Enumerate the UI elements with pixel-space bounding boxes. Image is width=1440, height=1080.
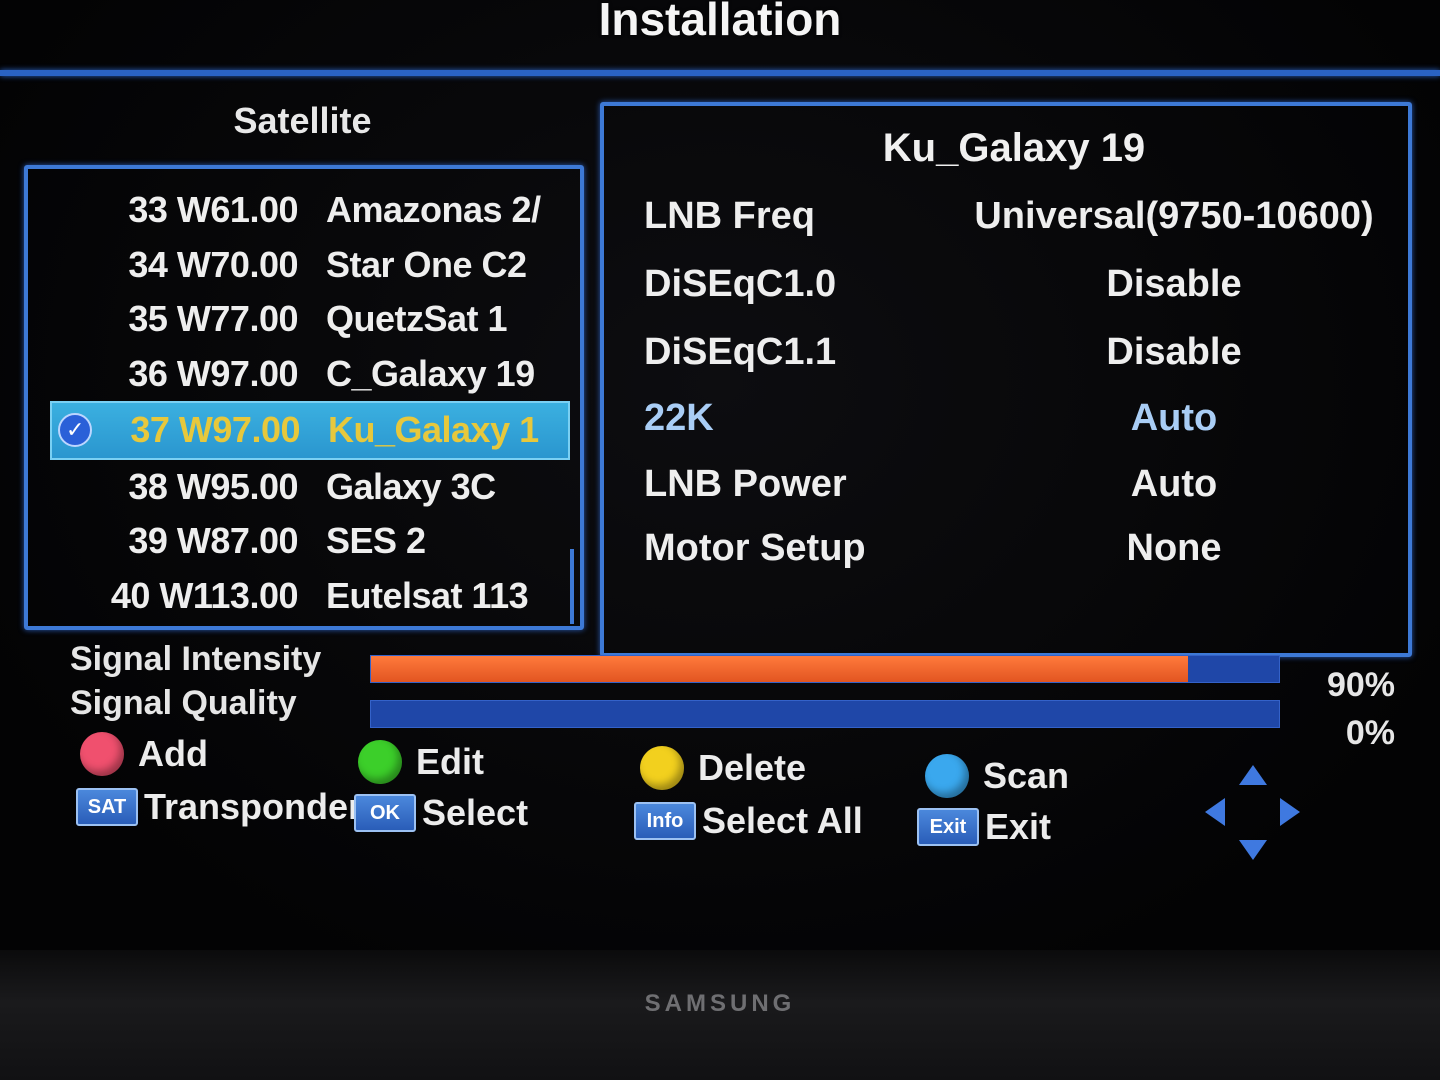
satellite-position: 34 W70.00 — [128, 243, 298, 285]
satellite-row-selected[interactable]: ✓ 37 W97.00 Ku_Galaxy 1 — [50, 401, 570, 460]
satellite-row[interactable]: 33 W61.00 Amazonas 2/ — [28, 183, 580, 238]
satellite-heading: Satellite — [233, 100, 372, 141]
tv-brand-logo: SAMSUNG — [644, 990, 796, 1017]
transponder-key[interactable]: SAT Transponder — [76, 786, 362, 828]
scan-key[interactable]: Scan — [925, 754, 1069, 798]
select-all-key[interactable]: Info Select All — [634, 800, 863, 842]
satellite-position: 39 W87.00 — [128, 520, 298, 562]
param-value: None — [1126, 526, 1222, 569]
select-label: Select — [422, 792, 529, 833]
param-22k[interactable]: 22K Auto — [644, 388, 1404, 448]
param-value: Auto — [1130, 396, 1218, 439]
param-value: Disable — [1106, 330, 1242, 373]
arrow-right-icon — [1280, 798, 1300, 826]
satellite-name: Galaxy 3C — [326, 465, 496, 507]
satellite-row[interactable]: 36 W97.00 C_Galaxy 19 — [28, 347, 580, 402]
param-diseqc11[interactable]: DiSEqC1.1 Disable — [644, 322, 1404, 382]
param-lnb-power[interactable]: LNB Power Auto — [644, 454, 1404, 514]
satellite-row[interactable]: 39 W87.00 SES 2 — [28, 514, 580, 569]
satellite-row[interactable]: 40 W113.00 Eutelsat 113 — [28, 569, 580, 624]
param-value: Universal(9750-10600) — [974, 194, 1374, 237]
yellow-button-icon — [640, 746, 684, 790]
satellite-name: Eutelsat 113 — [326, 574, 529, 616]
add-label: Add — [138, 733, 208, 774]
satellite-list-panel: 33 W61.00 Amazonas 2/ 34 W70.00 Star One… — [24, 165, 584, 630]
delete-key[interactable]: Delete — [640, 746, 806, 790]
sat-key-icon: SAT — [76, 788, 138, 826]
satellite-name: Star One C2 — [326, 243, 527, 285]
satellite-name: Ku_Galaxy 1 — [328, 409, 539, 451]
select-key[interactable]: OK Select — [354, 792, 528, 834]
satellite-name: QuetzSat 1 — [326, 298, 508, 340]
exit-key-icon: Exit — [917, 808, 979, 846]
signal-intensity-percent: 90% — [1326, 666, 1395, 704]
signal-quality-percent: 0% — [1345, 714, 1395, 752]
red-button-icon — [80, 732, 124, 776]
signal-quality-bar — [370, 700, 1280, 728]
info-key-icon: Info — [634, 802, 696, 840]
satellite-position: 36 W97.00 — [128, 352, 298, 394]
signal-quality-label: Signal Quality — [70, 684, 297, 722]
blue-button-icon — [925, 754, 969, 798]
param-label: DiSEqC1.0 — [644, 262, 837, 305]
signal-intensity-bar — [370, 655, 1280, 683]
satellite-details-panel: Ku_Galaxy 19 LNB Freq Universal(9750-106… — [600, 102, 1412, 657]
satellite-position: 40 W113.00 — [110, 574, 299, 616]
select-all-label: Select All — [702, 800, 863, 841]
navigation-arrows-icon — [1205, 765, 1300, 860]
param-label: DiSEqC1.1 — [644, 330, 837, 373]
exit-key[interactable]: Exit Exit — [917, 806, 1051, 848]
scan-label: Scan — [983, 755, 1070, 796]
satellite-row[interactable]: 38 W95.00 Galaxy 3C — [28, 460, 580, 515]
param-lnb-freq[interactable]: LNB Freq Universal(9750-10600) — [644, 186, 1404, 246]
param-label: 22K — [644, 396, 714, 439]
list-scrollbar[interactable] — [570, 549, 574, 624]
param-value: Disable — [1106, 262, 1242, 305]
param-label: Motor Setup — [644, 526, 866, 569]
param-diseqc10[interactable]: DiSEqC1.0 Disable — [644, 254, 1404, 314]
exit-label: Exit — [985, 806, 1052, 847]
delete-label: Delete — [698, 747, 807, 788]
satellite-position: 33 W61.00 — [128, 189, 298, 231]
add-key[interactable]: Add — [80, 732, 208, 776]
satellite-name: C_Galaxy 19 — [326, 352, 535, 394]
check-icon: ✓ — [58, 413, 92, 447]
arrow-up-icon — [1239, 765, 1267, 785]
param-motor-setup[interactable]: Motor Setup None — [644, 518, 1404, 578]
edit-label: Edit — [416, 741, 484, 782]
signal-intensity-label: Signal Intensity — [70, 640, 322, 678]
edit-key[interactable]: Edit — [358, 740, 484, 784]
page-title: Installation — [598, 0, 842, 45]
satellite-position: 35 W77.00 — [128, 298, 298, 340]
satellite-name: Amazonas 2/ — [326, 189, 541, 231]
param-label: LNB Freq — [644, 194, 815, 237]
param-value: Auto — [1130, 462, 1218, 505]
details-title: Ku_Galaxy 19 — [882, 126, 1146, 170]
param-label: LNB Power — [644, 462, 847, 505]
signal-intensity-fill — [371, 656, 1189, 682]
satellite-list: 33 W61.00 Amazonas 2/ 34 W70.00 Star One… — [28, 183, 580, 623]
satellite-row[interactable]: 35 W77.00 QuetzSat 1 — [28, 292, 580, 347]
satellite-row[interactable]: 34 W70.00 Star One C2 — [28, 238, 580, 293]
arrow-down-icon — [1239, 840, 1267, 860]
satellite-position: 38 W95.00 — [128, 465, 298, 507]
transponder-label: Transponder — [144, 786, 363, 827]
green-button-icon — [358, 740, 402, 784]
arrow-left-icon — [1205, 798, 1225, 826]
ok-key-icon: OK — [354, 794, 416, 832]
title-divider — [0, 70, 1440, 76]
satellite-name: SES 2 — [326, 520, 426, 562]
tv-screen: Installation Satellite 33 W61.00 Amazona… — [0, 0, 1440, 960]
